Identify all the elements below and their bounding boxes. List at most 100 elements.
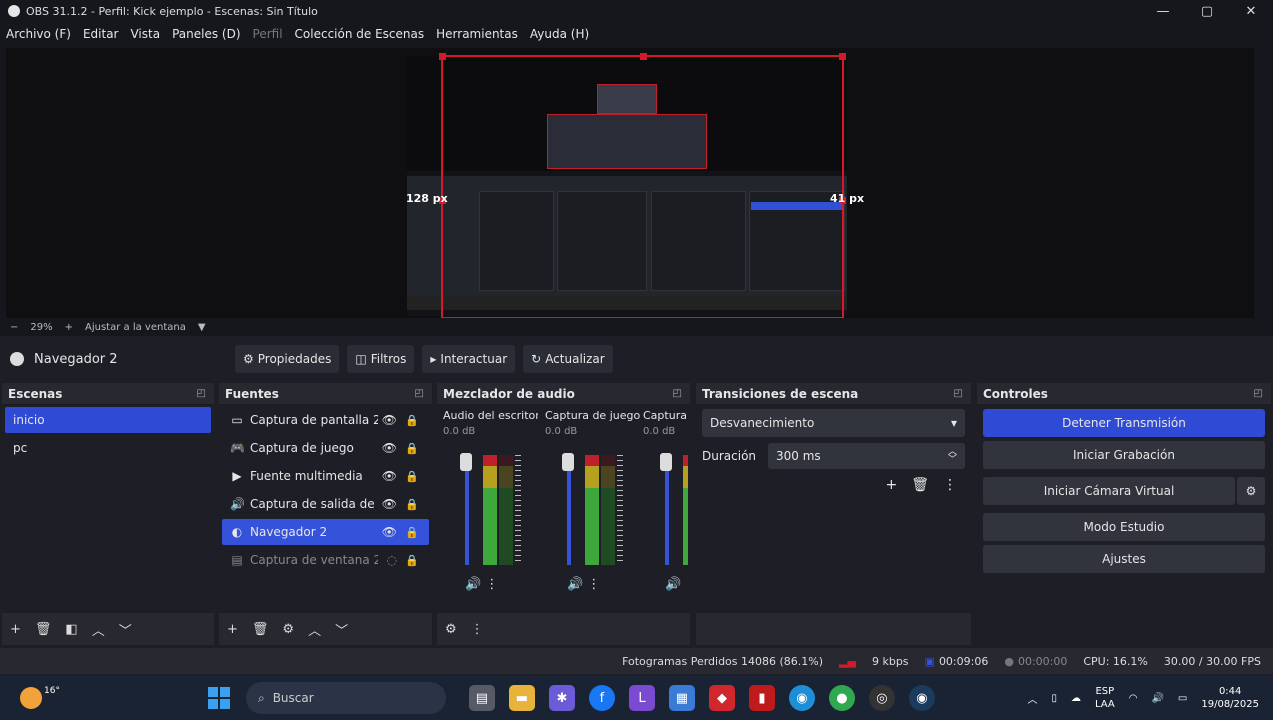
weather-icon[interactable] xyxy=(20,687,42,709)
menu-docks[interactable]: Paneles (D) xyxy=(172,27,240,41)
properties-button[interactable]: ⚙ Propiedades xyxy=(235,345,340,373)
wifi-icon[interactable]: ◠ xyxy=(1129,693,1138,704)
virtual-camera-settings-button[interactable]: ⚙ xyxy=(1237,477,1265,505)
kebab-menu-icon[interactable]: ⋮ xyxy=(485,577,498,592)
taskview-icon[interactable]: ▤ xyxy=(468,685,495,711)
undock-icon[interactable]: ◰ xyxy=(415,388,424,399)
spinner-icon[interactable]: ︿ ﹀ xyxy=(948,448,957,465)
folder-icon[interactable]: ▬ xyxy=(508,685,535,711)
settings-button[interactable]: Ajustes xyxy=(983,545,1265,573)
fader-knob[interactable] xyxy=(460,453,472,471)
chevron-up-icon[interactable]: ︿ xyxy=(1027,691,1037,706)
menu-view[interactable]: Vista xyxy=(130,27,160,41)
scene-filters-button[interactable]: ◧ xyxy=(65,622,77,637)
lock-icon[interactable]: 🔒 xyxy=(405,498,419,511)
teams-icon[interactable]: ✱ xyxy=(548,685,575,711)
source-properties-button[interactable]: ⚙ xyxy=(282,622,294,637)
remove-scene-button[interactable]: 🗑 xyxy=(35,622,52,637)
start-button[interactable] xyxy=(207,687,230,709)
lock-icon[interactable]: 🔒 xyxy=(405,470,419,483)
eye-icon[interactable]: 👁 xyxy=(382,497,397,511)
menu-file[interactable]: Archivo (F) xyxy=(6,27,71,41)
add-transition-button[interactable]: + xyxy=(885,477,897,493)
clock[interactable]: 0:44 19/08/2025 xyxy=(1201,685,1259,711)
add-scene-button[interactable]: + xyxy=(10,622,21,637)
source-item[interactable]: 🎮 Captura de juego 👁 🔒 xyxy=(222,435,429,461)
chrome-icon[interactable]: ● xyxy=(828,685,855,711)
remove-transition-button[interactable]: 🗑 xyxy=(911,477,929,493)
menu-help[interactable]: Ayuda (H) xyxy=(530,27,589,41)
zoom-fit-select[interactable]: Ajustar a la ventana xyxy=(85,322,186,333)
edge-icon[interactable]: ◉ xyxy=(788,685,815,711)
move-source-up-button[interactable]: ︿ xyxy=(308,620,321,639)
app-l-icon[interactable]: L xyxy=(628,685,655,711)
scene-item-inicio[interactable]: inicio xyxy=(5,407,211,433)
lock-icon[interactable]: 🔒 xyxy=(405,526,419,539)
zoom-dropdown-icon[interactable]: ▼ xyxy=(198,322,206,333)
obs-icon[interactable]: ◎ xyxy=(868,685,895,711)
maximize-button[interactable]: ▢ xyxy=(1185,0,1229,22)
menu-edit[interactable]: Editar xyxy=(83,27,119,41)
filters-button[interactable]: ◫ Filtros xyxy=(347,345,415,373)
mixer-settings-button[interactable]: ⚙ xyxy=(445,622,457,637)
eye-icon[interactable]: 👁 xyxy=(382,525,397,539)
speaker-icon[interactable]: 🔊 xyxy=(665,577,681,592)
language-indicator[interactable]: ESP LAA xyxy=(1095,685,1115,711)
eye-off-icon[interactable]: ◌ xyxy=(387,553,397,567)
speaker-icon[interactable]: 🔊 xyxy=(465,577,481,592)
add-source-button[interactable]: + xyxy=(227,622,238,637)
transition-menu-button[interactable]: ⋮ xyxy=(943,477,957,493)
interact-button[interactable]: ▸ Interactuar xyxy=(422,345,516,373)
volume-icon[interactable]: 🔊 xyxy=(1151,693,1163,704)
move-scene-down-button[interactable]: ﹀ xyxy=(119,620,132,639)
mixer-menu-button[interactable]: ⋮ xyxy=(471,622,484,637)
source-item[interactable]: 🔊 Captura de salida de a… 👁 🔒 xyxy=(222,491,429,517)
lock-icon[interactable]: 🔒 xyxy=(405,554,419,567)
resize-handle[interactable] xyxy=(839,53,846,60)
shield-icon[interactable]: ◆ xyxy=(708,685,735,711)
fader-knob[interactable] xyxy=(562,453,574,471)
volume-fader[interactable] xyxy=(567,455,571,565)
menu-tools[interactable]: Herramientas xyxy=(436,27,518,41)
minimize-button[interactable]: — xyxy=(1141,0,1185,22)
undock-icon[interactable]: ◰ xyxy=(954,388,963,399)
resize-handle[interactable] xyxy=(640,53,647,60)
stop-streaming-button[interactable]: Detener Transmisión xyxy=(983,409,1265,437)
studio-mode-button[interactable]: Modo Estudio xyxy=(983,513,1265,541)
duration-input[interactable]: 300 ms ︿ ﹀ xyxy=(768,443,965,469)
zoom-in-button[interactable]: + xyxy=(65,322,73,333)
start-virtual-camera-button[interactable]: Iniciar Cámara Virtual xyxy=(983,477,1235,505)
lock-icon[interactable]: 🔒 xyxy=(405,414,419,427)
steam-icon[interactable]: ◉ xyxy=(908,685,935,711)
move-scene-up-button[interactable]: ︿ xyxy=(92,620,105,639)
eye-icon[interactable]: 👁 xyxy=(382,413,397,427)
start-recording-button[interactable]: Iniciar Grabación xyxy=(983,441,1265,469)
volume-fader[interactable] xyxy=(465,455,469,565)
facebook-icon[interactable]: f xyxy=(588,685,615,711)
kebab-menu-icon[interactable]: ⋮ xyxy=(587,577,600,592)
transition-select[interactable]: Desvanecimiento ▾ xyxy=(702,409,965,437)
source-item[interactable]: ▭ Captura de pantalla 2 👁 🔒 xyxy=(222,407,429,433)
pdf-icon[interactable]: ▮ xyxy=(748,685,775,711)
undock-icon[interactable]: ◰ xyxy=(197,388,206,399)
eye-icon[interactable]: 👁 xyxy=(382,441,397,455)
resize-handle[interactable] xyxy=(439,53,446,60)
close-button[interactable]: ✕ xyxy=(1229,0,1273,22)
fader-knob[interactable] xyxy=(660,453,672,471)
lock-icon[interactable]: 🔒 xyxy=(405,442,419,455)
eye-icon[interactable]: 👁 xyxy=(382,469,397,483)
source-item[interactable]: ▤ Captura de ventana 2 ◌ 🔒 xyxy=(222,547,429,573)
source-item[interactable]: ▶ Fuente multimedia 👁 🔒 xyxy=(222,463,429,489)
battery-icon[interactable]: ▭ xyxy=(1178,693,1187,704)
tray-cloud-icon[interactable]: ☁ xyxy=(1071,693,1081,704)
undock-icon[interactable]: ◰ xyxy=(1254,388,1263,399)
tray-app-icon[interactable]: ▯ xyxy=(1051,693,1057,704)
zoom-out-button[interactable]: − xyxy=(10,322,18,333)
selected-source-bounding-box[interactable] xyxy=(439,53,846,319)
undock-icon[interactable]: ◰ xyxy=(673,388,682,399)
speaker-icon[interactable]: 🔊 xyxy=(567,577,583,592)
menu-profile[interactable]: Perfil xyxy=(253,27,283,41)
source-item-selected[interactable]: ◐ Navegador 2 👁 🔒 xyxy=(222,519,429,545)
volume-fader[interactable] xyxy=(665,455,669,565)
remove-source-button[interactable]: 🗑 xyxy=(252,622,269,637)
